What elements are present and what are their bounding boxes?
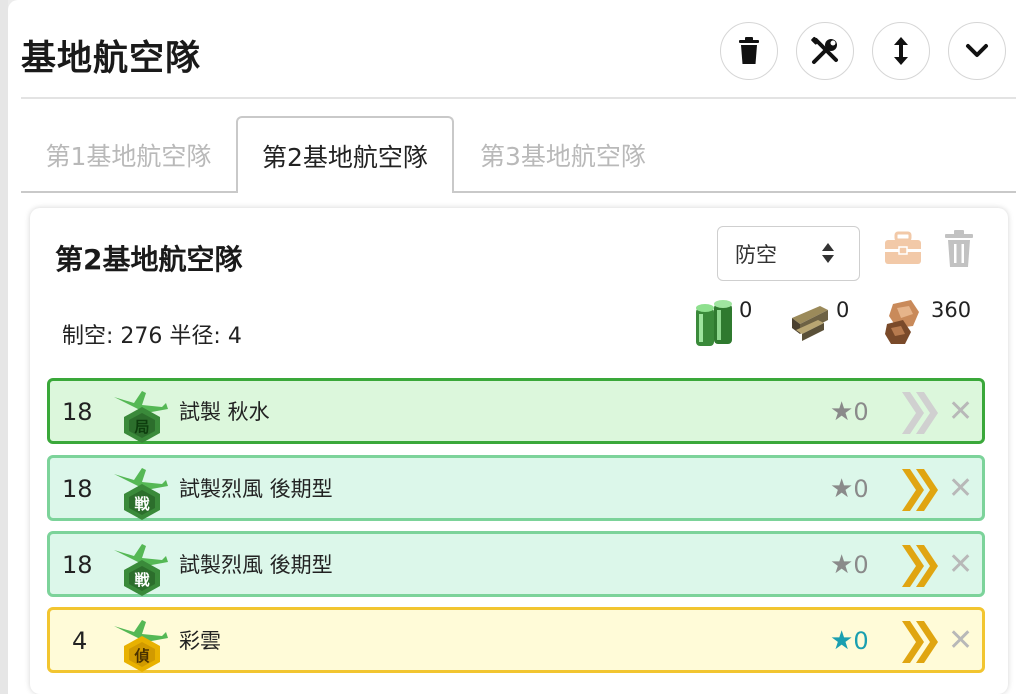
air-stats: 制空: 276 半径: 4: [62, 318, 242, 350]
slot-count: 18: [62, 475, 93, 503]
improvement-level: ★0: [830, 626, 869, 656]
chevron-down-icon: [966, 44, 988, 57]
equipment-slot[interactable]: 18 戦 試製烈風 後期型 ★0 ✕: [47, 531, 985, 597]
interceptor-plane-icon: 局: [114, 391, 168, 443]
slot-name: 試製烈風 後期型: [179, 553, 333, 577]
equipment-slot[interactable]: 4 偵 彩雲 ★0 ✕: [47, 607, 985, 673]
wrench-screwdriver-icon: [811, 36, 838, 64]
remove-slot-button[interactable]: ✕: [948, 381, 973, 443]
improvement-level: ★0: [830, 474, 869, 504]
slot-count: 4: [72, 627, 88, 655]
base-air-corps-panel: 基地航空隊 第1基地航空隊 第2基地航空隊 第3基地航空隊 第2基地航空隊 防空…: [8, 0, 1024, 694]
tools-button[interactable]: [796, 22, 854, 80]
collapse-button[interactable]: [948, 22, 1006, 80]
bauxite-resource: 360: [883, 298, 971, 358]
page-title: 基地航空隊: [21, 39, 202, 79]
header-divider: [21, 97, 1016, 99]
delete-button[interactable]: [720, 22, 778, 80]
slot-name: 彩雲: [179, 629, 221, 653]
trash-icon[interactable]: [943, 230, 975, 268]
proficiency-chevron-icon[interactable]: [900, 467, 940, 513]
proficiency-chevron-icon[interactable]: [900, 390, 940, 436]
fighter-plane-icon: 戦: [114, 544, 168, 596]
bauxite-value: 360: [931, 298, 972, 322]
left-edge-strip: [0, 0, 8, 694]
tab-base-1[interactable]: 第1基地航空隊: [21, 116, 236, 193]
fighter-plane-icon: 戦: [114, 468, 168, 520]
base-card: 第2基地航空隊 防空 制空: 276 半径: 4 0 0 360 18 局 試製…: [30, 208, 1008, 694]
slot-count: 18: [62, 398, 93, 426]
ammo-value: 0: [836, 298, 850, 322]
card-title: 第2基地航空隊: [55, 243, 243, 276]
fuel-icon: [696, 300, 732, 346]
air-power-value: 276: [120, 324, 163, 349]
slot-count: 18: [62, 551, 93, 579]
fuel-resource: 0: [693, 298, 752, 358]
tab-base-2[interactable]: 第2基地航空隊: [236, 116, 454, 193]
ammo-icon: [792, 306, 828, 341]
recon-plane-icon: 偵: [114, 620, 168, 672]
svg-text:偵: 偵: [133, 647, 149, 665]
svg-text:戦: 戦: [134, 571, 150, 589]
remove-slot-button[interactable]: ✕: [948, 534, 973, 596]
tab-base-3[interactable]: 第3基地航空隊: [454, 116, 672, 193]
sort-arrows-icon: [822, 243, 834, 263]
remove-slot-button[interactable]: ✕: [948, 610, 973, 672]
mode-select[interactable]: 防空: [717, 226, 860, 281]
up-down-arrow-icon: [894, 37, 908, 65]
improvement-level: ★0: [830, 397, 869, 427]
sort-button[interactable]: [872, 22, 930, 80]
air-power-label: 制空:: [62, 324, 114, 349]
toolbox-icon[interactable]: [883, 230, 923, 266]
radius-value: 4: [227, 324, 242, 349]
proficiency-chevron-icon[interactable]: [900, 619, 940, 665]
improvement-level: ★0: [830, 550, 869, 580]
remove-slot-button[interactable]: ✕: [948, 458, 973, 520]
slot-name: 試製烈風 後期型: [179, 477, 333, 501]
equipment-slot[interactable]: 18 局 試製 秋水 ★0 ✕: [47, 378, 985, 444]
ammo-resource: 0: [788, 298, 849, 358]
trash-icon: [739, 37, 759, 64]
equipment-slot[interactable]: 18 戦 試製烈風 後期型 ★0 ✕: [47, 455, 985, 521]
slot-name: 試製 秋水: [179, 400, 270, 424]
bauxite-icon: [885, 300, 919, 344]
svg-text:局: 局: [133, 418, 149, 436]
proficiency-chevron-icon[interactable]: [900, 543, 940, 589]
svg-text:戦: 戦: [134, 495, 150, 513]
mode-select-value: 防空: [735, 242, 777, 267]
tab-bar: 第1基地航空隊 第2基地航空隊 第3基地航空隊: [21, 116, 1016, 193]
radius-label: 半径:: [169, 324, 221, 349]
fuel-value: 0: [739, 298, 753, 322]
